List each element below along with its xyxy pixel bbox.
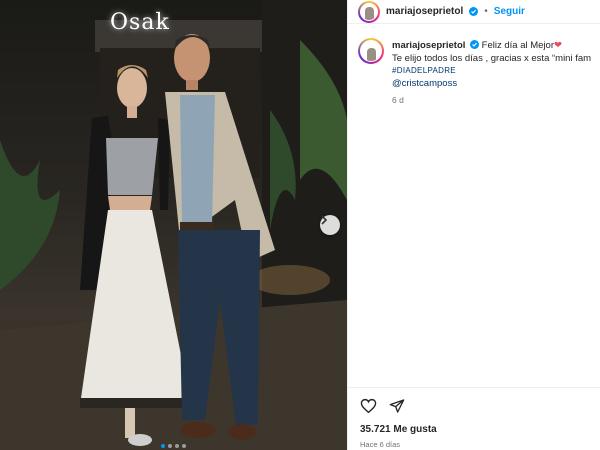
caption-line-1: mariajoseprietol Feliz día al Mejor❤ [392, 40, 600, 53]
share-button[interactable] [389, 398, 405, 414]
avatar[interactable] [358, 0, 380, 23]
mention-link[interactable]: @cristcamposs [392, 78, 457, 89]
heart-outline-icon [360, 398, 377, 414]
separator-dot: • [484, 6, 488, 17]
header-username[interactable]: mariajoseprietol [386, 6, 463, 17]
verified-badge-icon [469, 7, 479, 16]
post-photo [0, 0, 347, 450]
caption-timestamp: 6 d [392, 95, 404, 105]
carousel-dot [161, 444, 165, 448]
caption-username[interactable]: mariajoseprietol [392, 40, 465, 51]
verified-badge-icon [470, 40, 480, 49]
carousel-next-button[interactable] [320, 215, 340, 235]
caption-block: mariajoseprietol Feliz día al Mejor❤ Te … [348, 24, 600, 105]
like-button[interactable] [360, 398, 377, 414]
carousel-dot [168, 444, 172, 448]
post-header: mariajoseprietol • Seguir [348, 0, 600, 24]
hashtag-link[interactable]: #DIADELPADRE [392, 66, 456, 75]
carousel-dot [182, 444, 186, 448]
carousel-indicator [0, 444, 347, 448]
caption-text-2: Te elijo todos los días , gracias x esta… [392, 52, 592, 64]
caption-avatar[interactable] [358, 38, 384, 64]
post-actions: 35.721 Me gusta Hace 6 días [348, 387, 600, 450]
likes-count[interactable]: 35.721 Me gusta [360, 424, 600, 435]
post-date: Hace 6 días [360, 440, 401, 449]
restaurant-sign: Osak [110, 10, 170, 35]
send-icon [389, 399, 405, 413]
follow-button[interactable]: Seguir [494, 6, 525, 17]
carousel-dot [175, 444, 179, 448]
caption-text-1: Feliz día al Mejor [481, 40, 555, 51]
post-media[interactable]: Osak [0, 0, 347, 450]
post-details-panel: mariajoseprietol • Seguir mariajosepriet… [347, 0, 600, 450]
chevron-right-icon [321, 215, 328, 225]
heart-emoji-icon: ❤ [554, 40, 562, 51]
